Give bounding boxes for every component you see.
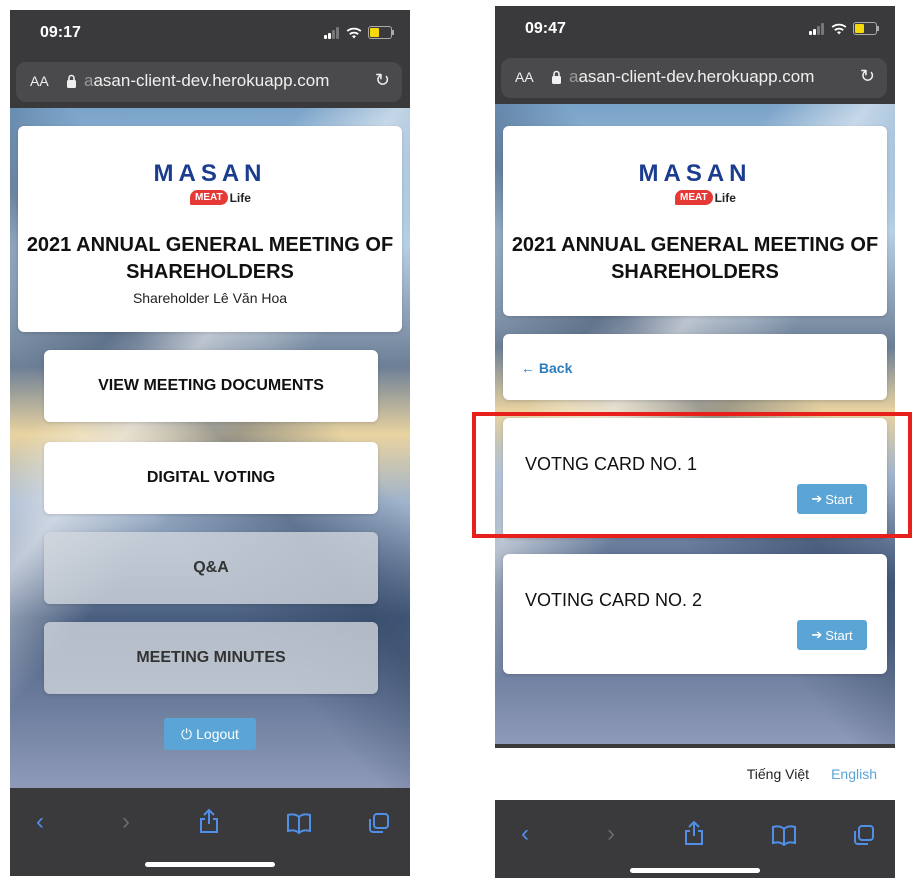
battery-icon (853, 22, 879, 35)
address-bar[interactable]: AA aasan-client-dev.herokuapp.com ↻ (495, 58, 895, 98)
reload-icon[interactable]: ↻ (860, 66, 875, 87)
url-text[interactable]: aasan-client-dev.herokuapp.com (569, 67, 814, 87)
language-english-link[interactable]: English (831, 766, 877, 782)
brand-sub-logo: MEAT Life (190, 190, 251, 205)
qa-button[interactable]: Q&A (44, 532, 378, 604)
forward-nav-icon[interactable]: › (607, 820, 615, 848)
signal-icon (809, 22, 825, 35)
share-icon[interactable] (198, 808, 220, 834)
status-bar: 09:17 (10, 10, 410, 58)
reload-icon[interactable]: ↻ (375, 70, 390, 91)
language-bar: Tiếng Việt English (495, 748, 895, 800)
brand-sub-logo: MEAT Life (675, 190, 736, 205)
mountain-background: MASAN MEAT Life 2021 ANNUAL GENERAL MEETI… (10, 108, 410, 788)
home-indicator[interactable] (630, 868, 760, 873)
battery-icon (368, 26, 394, 39)
bookmarks-icon[interactable] (286, 812, 312, 834)
meeting-minutes-button[interactable]: MEETING MINUTES (44, 622, 378, 694)
back-nav-icon[interactable]: ‹ (36, 808, 44, 836)
tabs-icon[interactable] (853, 824, 875, 846)
forward-nav-icon[interactable]: › (122, 808, 130, 836)
voting-card-title: VOTING CARD NO. 2 (525, 590, 703, 610)
status-bar: 09:47 (495, 6, 895, 54)
phone-screen-left: 09:17 AA aasan-client-dev.herokuapp.com … (10, 10, 410, 876)
wifi-icon (346, 27, 362, 38)
shareholder-name: Shareholder Lê Văn Hoa (132, 290, 288, 306)
header-card: MASAN MEAT Life 2021 ANNUAL GENERAL MEETI… (503, 126, 887, 316)
signal-icon (324, 26, 340, 39)
reader-aa-button[interactable]: AA (30, 73, 49, 89)
status-time: 09:47 (525, 20, 566, 37)
back-nav-icon[interactable]: ‹ (521, 820, 529, 848)
power-icon: ⏻ (181, 725, 193, 742)
lock-icon (67, 74, 76, 88)
home-indicator[interactable] (145, 862, 275, 867)
lock-icon (552, 70, 561, 84)
wifi-icon (831, 23, 847, 34)
url-text[interactable]: aasan-client-dev.herokuapp.com (84, 71, 329, 91)
brand-logo: MASAN (638, 160, 752, 187)
back-card: ← Back (503, 334, 887, 400)
highlight-box (472, 412, 912, 538)
share-icon[interactable] (683, 820, 705, 846)
back-link[interactable]: ← Back (521, 360, 572, 376)
reader-aa-button[interactable]: AA (515, 69, 534, 85)
language-vietnamese-link[interactable]: Tiếng Việt (747, 766, 809, 782)
start-voting-card-2-button[interactable]: ➔ Start (797, 620, 867, 650)
arrow-left-icon: ← (521, 360, 535, 376)
bookmarks-icon[interactable] (771, 824, 797, 846)
status-time: 09:17 (40, 24, 81, 41)
browser-toolbar: ‹ › (10, 788, 410, 858)
brand-logo: MASAN (153, 160, 267, 187)
meeting-title: 2021 ANNUAL GENERAL MEETING OF SHAREHOLD… (26, 234, 394, 283)
browser-toolbar: ‹ › (495, 800, 895, 870)
view-meeting-documents-button[interactable]: VIEW MEETING DOCUMENTS (44, 350, 378, 422)
voting-card-2: VOTING CARD NO. 2 ➔ Start (503, 554, 887, 674)
tabs-icon[interactable] (368, 812, 390, 834)
meeting-title: 2021 ANNUAL GENERAL MEETING OF SHAREHOLD… (511, 234, 879, 283)
address-bar[interactable]: AA aasan-client-dev.herokuapp.com ↻ (10, 62, 410, 102)
logout-button[interactable]: ⏻ Logout (164, 718, 256, 750)
arrow-right-icon: ➔ (811, 627, 823, 642)
digital-voting-button[interactable]: DIGITAL VOTING (44, 442, 378, 514)
header-card: MASAN MEAT Life 2021 ANNUAL GENERAL MEETI… (18, 126, 402, 332)
